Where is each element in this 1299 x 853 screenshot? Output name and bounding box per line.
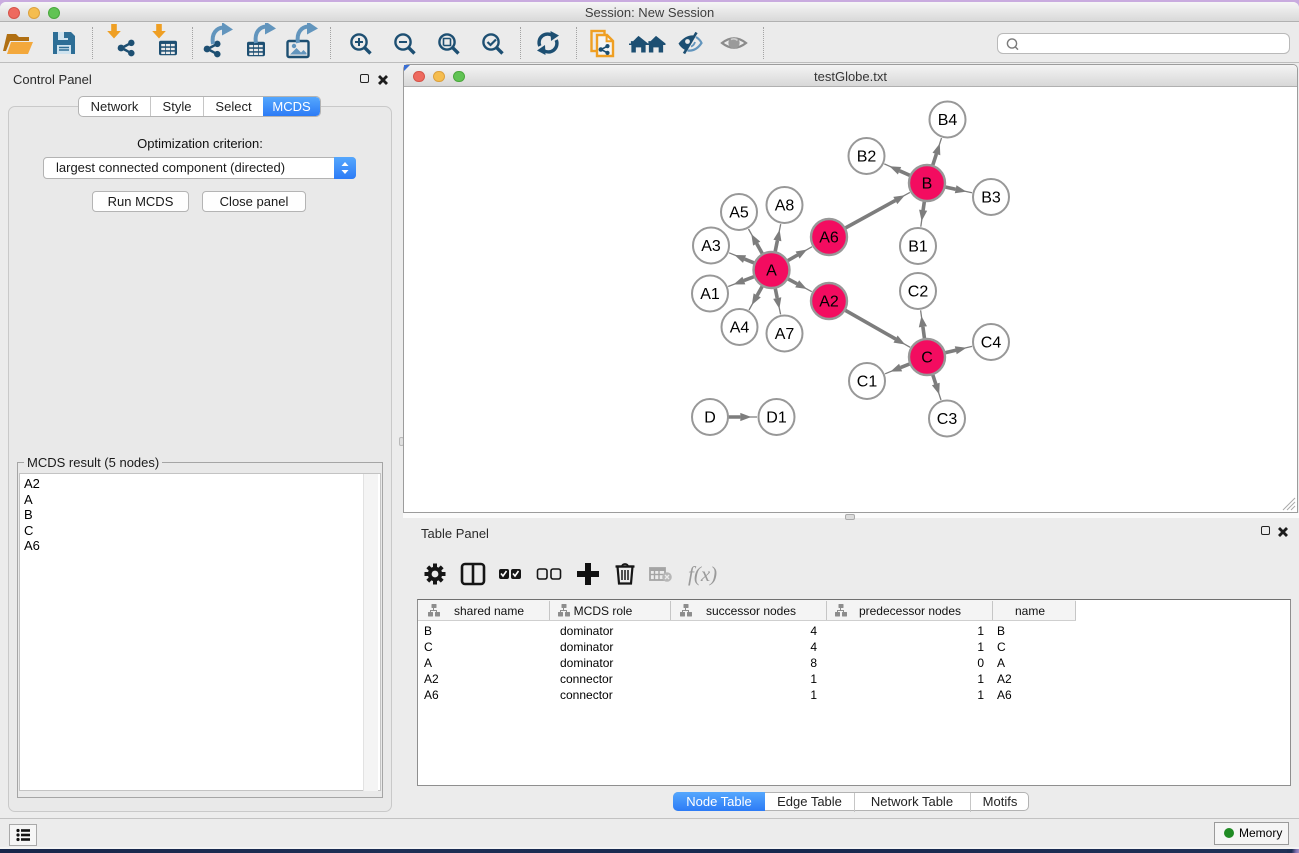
svg-text:A6: A6 — [997, 688, 1012, 702]
svg-text:D1: D1 — [766, 410, 787, 427]
svg-text:1: 1 — [977, 688, 984, 702]
svg-text:C2: C2 — [908, 284, 929, 301]
svg-text:A8: A8 — [775, 198, 795, 215]
svg-text:A: A — [997, 656, 1005, 670]
svg-text:A: A — [766, 263, 777, 280]
svg-text:C4: C4 — [981, 335, 1002, 352]
svg-text:1: 1 — [977, 624, 984, 638]
svg-text:B4: B4 — [938, 112, 958, 129]
svg-text:B2: B2 — [857, 149, 877, 166]
svg-text:A5: A5 — [729, 205, 749, 222]
svg-text:dominator: dominator — [560, 656, 613, 670]
svg-text:predecessor nodes: predecessor nodes — [859, 604, 961, 618]
svg-text:B: B — [922, 176, 933, 193]
svg-text:A: A — [424, 656, 432, 670]
svg-text:dominator: dominator — [560, 624, 613, 638]
svg-text:A1: A1 — [700, 286, 720, 303]
svg-text:successor nodes: successor nodes — [706, 604, 796, 618]
svg-text:C3: C3 — [937, 411, 958, 428]
svg-text:A7: A7 — [775, 326, 795, 343]
svg-text:0: 0 — [977, 656, 984, 670]
svg-text:B3: B3 — [981, 190, 1001, 207]
svg-text:A2: A2 — [997, 672, 1012, 686]
svg-text:A2: A2 — [819, 294, 839, 311]
svg-text:C: C — [424, 640, 433, 654]
svg-text:C1: C1 — [857, 374, 878, 391]
svg-text:B: B — [424, 624, 432, 638]
svg-text:1: 1 — [810, 688, 817, 702]
svg-text:name: name — [1015, 604, 1045, 618]
svg-text:1: 1 — [977, 672, 984, 686]
svg-text:f(x): f(x) — [688, 562, 717, 586]
svg-text:connector: connector — [560, 688, 613, 702]
svg-text:A6: A6 — [424, 688, 439, 702]
svg-text:D: D — [704, 410, 716, 427]
svg-text:1: 1 — [810, 672, 817, 686]
svg-text:connector: connector — [560, 672, 613, 686]
svg-text:4: 4 — [810, 624, 817, 638]
svg-text:B1: B1 — [908, 239, 928, 256]
svg-text:1: 1 — [977, 640, 984, 654]
svg-text:MCDS role: MCDS role — [574, 604, 633, 618]
svg-text:4: 4 — [810, 640, 817, 654]
svg-text:A6: A6 — [819, 230, 839, 247]
svg-text:A2: A2 — [424, 672, 439, 686]
svg-text:8: 8 — [810, 656, 817, 670]
svg-text:C: C — [997, 640, 1006, 654]
svg-text:A4: A4 — [730, 320, 750, 337]
svg-text:dominator: dominator — [560, 640, 613, 654]
svg-text:A3: A3 — [701, 238, 721, 255]
svg-text:B: B — [997, 624, 1005, 638]
svg-text:shared name: shared name — [454, 604, 524, 618]
svg-text:C: C — [921, 350, 933, 367]
